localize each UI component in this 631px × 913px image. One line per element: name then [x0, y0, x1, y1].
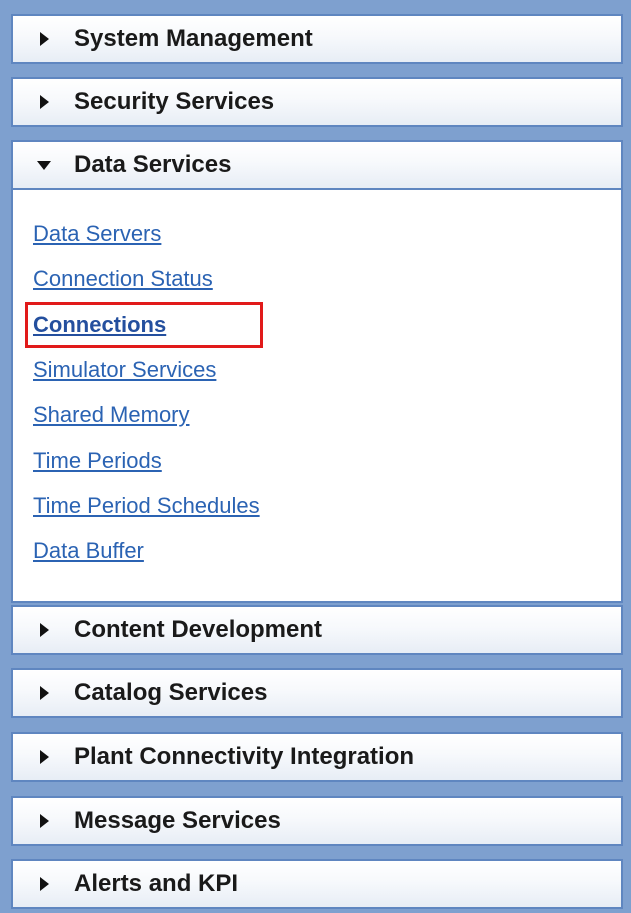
section-header-message-services[interactable]: Message Services — [11, 796, 623, 846]
link-connection-status[interactable]: Connection Status — [33, 266, 213, 292]
caret-right-icon — [35, 875, 53, 893]
section-alerts-and-kpi: Alerts and KPI — [11, 859, 623, 909]
link-simulator-services[interactable]: Simulator Services — [33, 357, 216, 383]
caret-right-icon — [35, 30, 53, 48]
section-header-security-services[interactable]: Security Services — [11, 77, 623, 127]
section-system-management: System Management — [11, 14, 623, 64]
section-message-services: Message Services — [11, 796, 623, 846]
section-title: Data Services — [74, 151, 232, 178]
section-header-catalog-services[interactable]: Catalog Services — [11, 668, 623, 718]
section-title: Catalog Services — [74, 679, 268, 706]
link-data-buffer[interactable]: Data Buffer — [33, 538, 144, 564]
section-title: Content Development — [74, 616, 323, 643]
section-plant-connectivity-integration: Plant Connectivity Integration — [11, 732, 623, 782]
section-security-services: Security Services — [11, 77, 623, 127]
caret-down-icon — [35, 156, 53, 174]
section-title: Security Services — [74, 88, 275, 115]
section-title: Message Services — [74, 807, 281, 834]
section-header-content-development[interactable]: Content Development — [11, 605, 623, 655]
section-header-alerts-and-kpi[interactable]: Alerts and KPI — [11, 859, 623, 909]
caret-right-icon — [35, 748, 53, 766]
section-header-system-management[interactable]: System Management — [11, 14, 623, 64]
section-catalog-services: Catalog Services — [11, 668, 623, 718]
caret-right-icon — [35, 684, 53, 702]
caret-right-icon — [35, 93, 53, 111]
highlight-box — [25, 302, 263, 348]
section-header-plant-connectivity-integration[interactable]: Plant Connectivity Integration — [11, 732, 623, 782]
section-title: System Management — [74, 25, 313, 52]
section-data-services: Data Services Data Servers Connection St… — [11, 140, 623, 603]
section-title: Plant Connectivity Integration — [74, 743, 415, 770]
navigation-panel: System Management Security Services Data… — [0, 0, 631, 913]
link-data-servers[interactable]: Data Servers — [33, 221, 161, 247]
link-shared-memory[interactable]: Shared Memory — [33, 402, 190, 428]
caret-right-icon — [35, 812, 53, 830]
caret-right-icon — [35, 621, 53, 639]
section-content-development: Content Development — [11, 605, 623, 655]
link-time-period-schedules[interactable]: Time Period Schedules — [33, 493, 260, 519]
section-header-data-services[interactable]: Data Services — [11, 140, 623, 190]
section-title: Alerts and KPI — [74, 870, 239, 897]
link-time-periods[interactable]: Time Periods — [33, 448, 162, 474]
section-body-data-services: Data Servers Connection Status Connectio… — [11, 190, 623, 603]
